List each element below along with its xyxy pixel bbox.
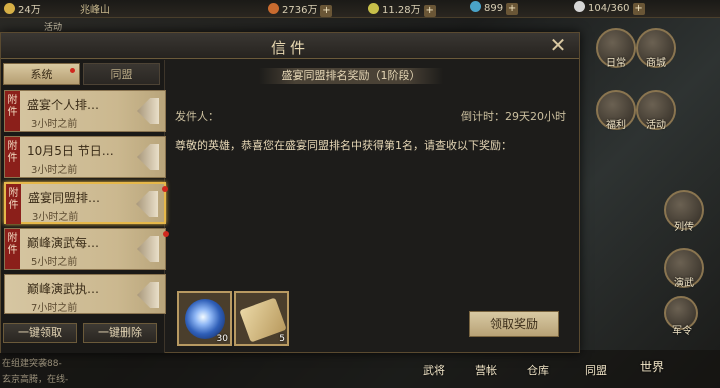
welfare-label: 福利 [606, 120, 626, 131]
arrow-icon [137, 144, 159, 170]
mail-list-item-selected[interactable]: 附件 盛宴同盟排… 3小时之前 [4, 182, 168, 224]
mail-sender: 发件人： [175, 110, 219, 123]
arrow-icon [136, 191, 158, 217]
add-resource-1-button[interactable]: + [320, 5, 333, 17]
attachment-tag: 附件 [5, 137, 20, 177]
coin-icon [4, 3, 15, 14]
bottom-world[interactable]: 世界 [630, 358, 674, 375]
mail-list-item[interactable]: 巅峰演武执… 7小时之前 [4, 274, 166, 314]
mail-item-title: 巅峰演武每… [27, 236, 100, 250]
mail-body: 尊敬的英雄，恭喜您在盛宴同盟排名中获得第1名，请查收以下奖励： [175, 139, 512, 152]
mail-item-title: 巅峰演武执… [27, 282, 100, 296]
add-resource-4-button[interactable]: + [632, 3, 645, 15]
bottom-alliance[interactable]: 同盟 [574, 362, 618, 378]
biography-label: 列传 [674, 222, 694, 233]
add-resource-3-button[interactable]: + [506, 3, 519, 15]
resource-4: 104/360 + [574, 1, 645, 15]
mail-item-time: 7小时之前 [31, 303, 78, 314]
delete-all-button[interactable]: 一键删除 [83, 323, 157, 343]
mail-tabs: 系统 同盟 [3, 63, 161, 85]
mail-item-time: 3小时之前 [31, 119, 78, 130]
shop-label: 商城 [646, 58, 666, 69]
mail-item-time: 3小时之前 [31, 165, 78, 176]
order-label: 军令 [672, 326, 692, 337]
mail-item-time: 5小时之前 [31, 257, 78, 268]
martial-label: 演武 [674, 278, 694, 289]
modal-header: 信件 ✕ [1, 33, 579, 59]
tab-system-label: 系统 [30, 68, 53, 81]
mail-list-item[interactable]: 附件 巅峰演武每… 5小时之前 [4, 228, 169, 270]
resource-left: 24万 [4, 1, 41, 16]
gem-icon [470, 1, 481, 12]
location-name: 兆峰山 [80, 5, 110, 16]
bottom-camp[interactable]: 营帐 [464, 362, 508, 378]
chat-line-2: 玄京高腾，在线- [2, 375, 69, 385]
stamina-icon [574, 1, 585, 12]
resource-1: 2736万 + [268, 1, 333, 17]
unread-dot-icon [162, 186, 168, 192]
claim-all-button[interactable]: 一键领取 [3, 323, 77, 343]
mail-list-panel: 系统 同盟 附件 盛宴个人排… 3小时之前 附件 10月5日 节日… 3小时之前… [1, 60, 169, 353]
mail-item-time: 3小时之前 [32, 212, 79, 223]
top-resource-bar: 24万 兆峰山 2736万 + 11.28万 + 899 + 104/360 + [0, 0, 720, 18]
blue-orb-icon [185, 299, 225, 339]
mail-list-item[interactable]: 附件 10月5日 节日… 3小时之前 [4, 136, 166, 178]
arrow-icon [137, 282, 159, 308]
attachment-tag: 附件 [5, 91, 20, 131]
mail-item-title: 10月5日 节日… [27, 144, 114, 158]
unread-dot-icon [163, 231, 169, 237]
unread-dot-icon [70, 68, 75, 73]
claim-reward-button[interactable]: 领取奖励 [469, 311, 559, 337]
mail-countdown: 倒计时：29天20小时 [461, 110, 566, 123]
reward-slot[interactable]: 30 [177, 291, 232, 346]
tab-alliance[interactable]: 同盟 [83, 63, 160, 85]
bottom-generals[interactable]: 武将 [412, 362, 456, 378]
food-icon [268, 3, 279, 14]
mail-modal: 信件 ✕ 系统 同盟 附件 盛宴个人排… 3小时之前 附件 10月5日 节日… … [0, 32, 580, 353]
reward-quantity: 5 [279, 334, 285, 344]
silver-icon [368, 3, 379, 14]
bottom-storage[interactable]: 仓库 [516, 362, 560, 378]
mail-list-item[interactable]: 附件 盛宴个人排… 3小时之前 [4, 90, 166, 132]
daily-label: 日常 [606, 58, 626, 69]
modal-title: 信件 [270, 39, 309, 57]
reward-quantity: 30 [216, 334, 228, 344]
chat-line-1: 在组建突袭88- [2, 359, 62, 369]
mail-item-title: 盛宴同盟排… [28, 191, 101, 205]
activity-label: 活动 [646, 120, 666, 131]
close-icon[interactable]: ✕ [545, 34, 571, 58]
arrow-icon [137, 98, 159, 124]
attachment-tag: 附件 [5, 229, 20, 269]
mail-subject: 盛宴同盟排名奖励（1阶段） [259, 68, 443, 84]
attachment-tag: 附件 [6, 184, 21, 224]
arrow-icon [137, 236, 159, 262]
reward-slot[interactable]: 5 [234, 291, 289, 346]
resource-3: 899 + [470, 1, 519, 15]
mail-item-title: 盛宴个人排… [27, 98, 100, 112]
add-resource-2-button[interactable]: + [423, 5, 436, 17]
tab-system[interactable]: 系统 [3, 63, 80, 85]
resource-2: 11.28万 + [368, 1, 436, 17]
